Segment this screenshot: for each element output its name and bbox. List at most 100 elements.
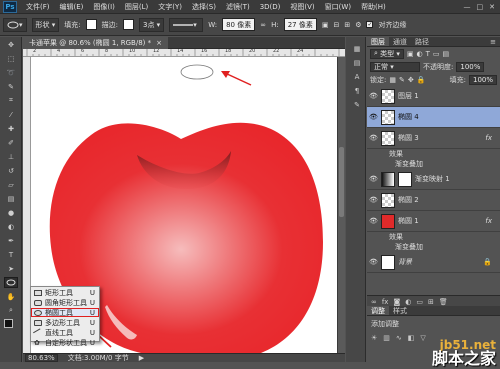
filter-adjust-icon[interactable]: ◐: [417, 50, 423, 58]
zoom-tool-icon[interactable]: ⌕: [4, 305, 18, 316]
tab-adjustments[interactable]: 调整: [367, 306, 389, 315]
lock-paint-icon[interactable]: ✎: [399, 76, 405, 84]
hand-tool-icon[interactable]: ✋: [4, 291, 18, 302]
marquee-tool-icon[interactable]: ⬚: [4, 53, 18, 64]
ellipse-tool-icon[interactable]: [4, 277, 18, 288]
menu-help[interactable]: 帮助(H): [356, 2, 391, 12]
opacity-field[interactable]: 100%: [456, 61, 485, 72]
lasso-tool-icon[interactable]: ➰: [4, 67, 18, 78]
layer-item[interactable]: 👁 渐变映射 1: [367, 169, 500, 190]
link-layers-icon[interactable]: ∞: [371, 298, 377, 306]
properties-panel-icon[interactable]: ▤: [350, 57, 364, 68]
exposure-icon[interactable]: ◧: [408, 334, 415, 342]
menu-file[interactable]: 文件(F): [21, 2, 55, 12]
fx-button-icon[interactable]: fx: [382, 298, 389, 306]
blend-mode-select[interactable]: 正常 ▾: [370, 61, 420, 72]
layer-item-background[interactable]: 👁 背景 🔒: [367, 252, 500, 273]
polygon-tool-item[interactable]: 多边形工具 U: [31, 318, 99, 327]
paragraph-panel-icon[interactable]: ¶: [350, 85, 364, 96]
fx-icon[interactable]: fx: [485, 134, 492, 142]
filter-shape-icon[interactable]: ▭: [433, 50, 440, 58]
effects-row[interactable]: 效果: [367, 149, 500, 159]
rounded-rectangle-tool-item[interactable]: 圆角矩形工具 U: [31, 298, 99, 307]
fill-field[interactable]: 100%: [468, 74, 497, 85]
eraser-tool-icon[interactable]: ▱: [4, 179, 18, 190]
eye-icon[interactable]: 👁: [369, 134, 378, 142]
drawn-ellipse[interactable]: [180, 64, 214, 80]
stroke-width-field[interactable]: 3点 ▾: [138, 17, 165, 32]
brightness-icon[interactable]: ☀: [371, 334, 377, 342]
filter-pixel-icon[interactable]: ▣: [407, 50, 414, 58]
menu-filter[interactable]: 滤镜(T): [221, 2, 255, 12]
document-tab[interactable]: 卡通苹果 @ 80.6% (椭圆 1, RGB/8) * ×: [23, 36, 169, 49]
crop-tool-icon[interactable]: ⌗: [4, 95, 18, 106]
stroke-type-select[interactable]: ▾: [169, 17, 204, 32]
fx-icon[interactable]: fx: [485, 217, 492, 225]
layer-item[interactable]: 👁 椭圆 2: [367, 190, 500, 211]
lock-all-icon[interactable]: 🔒: [417, 76, 426, 84]
pen-tool-icon[interactable]: ✒: [4, 235, 18, 246]
vibrance-icon[interactable]: ▽: [420, 334, 425, 342]
history-panel-icon[interactable]: ▦: [350, 43, 364, 54]
eye-icon[interactable]: 👁: [369, 258, 378, 266]
eye-icon[interactable]: 👁: [369, 113, 378, 121]
stroke-swatch[interactable]: [122, 19, 134, 30]
line-tool-item[interactable]: 直线工具 U: [31, 327, 99, 338]
link-icon[interactable]: ∞: [260, 21, 266, 29]
type-tool-icon[interactable]: T: [4, 249, 18, 260]
height-field[interactable]: 27 像素: [283, 18, 317, 31]
gear-icon[interactable]: ⚙: [355, 21, 361, 29]
tool-preset-picker[interactable]: ▾: [3, 17, 27, 32]
adjustment-button-icon[interactable]: ◐: [405, 298, 411, 306]
custom-shape-tool-item[interactable]: ✿ 自定形状工具 U: [31, 338, 99, 347]
tab-paths[interactable]: 路径: [411, 37, 433, 46]
eye-icon[interactable]: 👁: [369, 217, 378, 225]
lock-move-icon[interactable]: ✥: [408, 76, 414, 84]
menu-window[interactable]: 窗口(W): [320, 2, 356, 12]
menu-image[interactable]: 图像(I): [88, 2, 120, 12]
menu-edit[interactable]: 编辑(E): [55, 2, 89, 12]
brush-tool-icon[interactable]: ✐: [4, 137, 18, 148]
eyedropper-tool-icon[interactable]: ⁄: [4, 109, 18, 120]
path-align-icon[interactable]: ⊟: [333, 21, 339, 29]
maximize-icon[interactable]: □: [477, 3, 484, 11]
layer-kind-filter[interactable]: ⌕ 类型 ▾: [370, 48, 404, 59]
ellipse-tool-item[interactable]: 椭圆工具 U: [31, 308, 99, 317]
path-select-tool-icon[interactable]: ➤: [4, 263, 18, 274]
eye-icon[interactable]: 👁: [369, 175, 378, 183]
character-panel-icon[interactable]: A: [350, 71, 364, 82]
zoom-field[interactable]: 80.63%: [25, 354, 58, 362]
foreground-color[interactable]: [4, 319, 13, 328]
move-tool-icon[interactable]: ✥: [4, 39, 18, 50]
healing-tool-icon[interactable]: ✚: [4, 123, 18, 134]
eye-icon[interactable]: 👁: [369, 196, 378, 204]
close-tab-icon[interactable]: ×: [156, 39, 162, 47]
gradient-tool-icon[interactable]: ▤: [4, 193, 18, 204]
dodge-tool-icon[interactable]: ◐: [4, 221, 18, 232]
menu-layer[interactable]: 图层(L): [120, 2, 153, 12]
gradient-overlay-row[interactable]: 渐变叠加: [367, 159, 500, 169]
menu-type[interactable]: 文字(Y): [153, 2, 187, 12]
path-arrange-icon[interactable]: ⊞: [344, 21, 350, 29]
trash-icon[interactable]: 🗑: [439, 298, 448, 306]
new-layer-icon[interactable]: ⊞: [428, 298, 434, 306]
levels-icon[interactable]: ▥: [383, 334, 390, 342]
gradient-overlay-row[interactable]: 渐变叠加: [367, 242, 500, 252]
layer-item[interactable]: 👁 椭圆 3 fx: [367, 128, 500, 149]
tool-presets-icon[interactable]: ✎: [350, 99, 364, 110]
lock-pixels-icon[interactable]: ▦: [389, 76, 396, 84]
layer-item[interactable]: 👁 图层 1: [367, 86, 500, 107]
quick-select-tool-icon[interactable]: ✎: [4, 81, 18, 92]
layer-item[interactable]: 👁 椭圆 1 fx: [367, 211, 500, 232]
filter-smart-icon[interactable]: ▤: [443, 50, 450, 58]
tab-layers[interactable]: 图层: [367, 37, 389, 46]
menu-3d[interactable]: 3D(D): [255, 3, 286, 11]
tab-styles[interactable]: 样式: [389, 306, 411, 315]
status-menu-icon[interactable]: ▶: [139, 354, 144, 362]
fill-swatch[interactable]: [85, 19, 97, 30]
rectangle-tool-item[interactable]: 矩形工具 U: [31, 288, 99, 297]
curves-icon[interactable]: ∿: [396, 334, 402, 342]
color-swatches[interactable]: [4, 319, 18, 333]
stamp-tool-icon[interactable]: ⊥: [4, 151, 18, 162]
menu-select[interactable]: 选择(S): [187, 2, 221, 12]
